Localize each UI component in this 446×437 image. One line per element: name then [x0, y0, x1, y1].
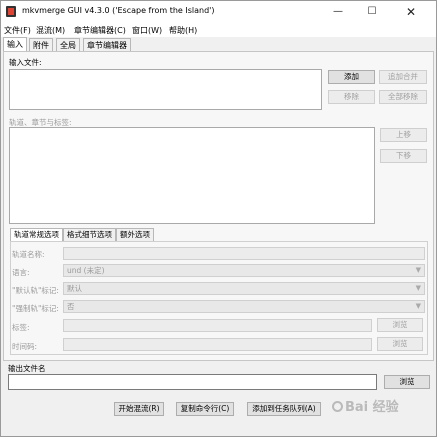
tab-chapter-editor[interactable]: 章节编辑器 [83, 38, 131, 52]
tab-input[interactable]: 输入 [3, 37, 27, 52]
default-flag-value: 默认 [67, 284, 82, 293]
chevron-down-icon: ▼ [415, 284, 421, 292]
add-to-queue-button[interactable]: 添加到任务队列(A) [247, 402, 321, 416]
minimize-button[interactable]: — [321, 1, 355, 23]
tab-extra-options[interactable]: 额外选项 [116, 228, 154, 241]
forced-flag-label: "强制轨"标记: [12, 304, 59, 313]
move-up-button[interactable]: 上移 [380, 128, 427, 142]
watermark-text: Bai 经验 [345, 400, 399, 415]
chevron-down-icon: ▼ [415, 302, 421, 310]
maximize-button[interactable]: ☐ [355, 1, 389, 23]
tags-label: 标签: [12, 323, 30, 332]
default-flag-select[interactable]: 默认 ▼ [63, 282, 425, 295]
tab-track-general[interactable]: 轨道常规选项 [10, 228, 63, 241]
input-files-list[interactable] [9, 69, 322, 110]
app-icon [6, 6, 16, 17]
tracks-list[interactable] [9, 127, 375, 224]
output-filename-field[interactable] [8, 374, 377, 390]
menu-window[interactable]: 窗口(W) [132, 25, 162, 36]
main-window: mkvmerge GUI v4.3.0 ('Escape from the Is… [0, 0, 437, 437]
menu-mux[interactable]: 混流(M) [36, 25, 65, 36]
start-muxing-button[interactable]: 开始混流(R) [114, 402, 164, 416]
title-bar: mkvmerge GUI v4.3.0 ('Escape from the Is… [1, 1, 436, 23]
move-down-button[interactable]: 下移 [380, 149, 427, 163]
chevron-down-icon: ▼ [415, 266, 421, 274]
input-files-label: 输入文件: [9, 58, 42, 67]
remove-all-button[interactable]: 全部移除 [379, 90, 427, 104]
tab-attachments[interactable]: 附件 [29, 38, 53, 52]
language-label: 语言: [12, 268, 30, 277]
menu-bar: 文件(F) 混流(M) 章节编辑器(C) 窗口(W) 帮助(H) [1, 23, 436, 37]
tags-field[interactable] [63, 319, 372, 332]
tags-browse-button[interactable]: 浏览 [377, 318, 423, 332]
timecodes-field[interactable] [63, 338, 372, 351]
tab-format-details[interactable]: 格式细节选项 [63, 228, 116, 241]
track-name-field[interactable] [63, 247, 425, 260]
output-filename-label: 输出文件名 [8, 364, 46, 373]
menu-file[interactable]: 文件(F) [4, 25, 31, 36]
remove-button[interactable]: 移除 [328, 90, 375, 104]
language-value: und (未定) [67, 266, 105, 275]
timecodes-label: 时间码: [12, 342, 38, 351]
output-browse-button[interactable]: 浏览 [384, 375, 430, 389]
timecodes-browse-button[interactable]: 浏览 [377, 337, 423, 351]
append-button[interactable]: 追加合并 [379, 70, 427, 84]
default-flag-label: "默认轨"标记: [12, 286, 59, 295]
copy-command-line-button[interactable]: 复制命令行(C) [176, 402, 234, 416]
forced-flag-value: 否 [67, 302, 75, 311]
menu-chapter-editor[interactable]: 章节编辑器(C) [74, 25, 126, 36]
tab-global[interactable]: 全局 [56, 38, 80, 52]
add-button[interactable]: 添加 [328, 70, 375, 84]
track-name-label: 轨道名称: [12, 250, 45, 259]
close-button[interactable]: ✕ [394, 1, 428, 23]
language-select[interactable]: und (未定) ▼ [63, 264, 425, 277]
window-title: mkvmerge GUI v4.3.0 ('Escape from the Is… [22, 6, 215, 15]
forced-flag-select[interactable]: 否 ▼ [63, 300, 425, 313]
menu-help[interactable]: 帮助(H) [169, 25, 197, 36]
watermark: Bai 经验 [332, 396, 399, 415]
paw-icon [332, 401, 343, 412]
